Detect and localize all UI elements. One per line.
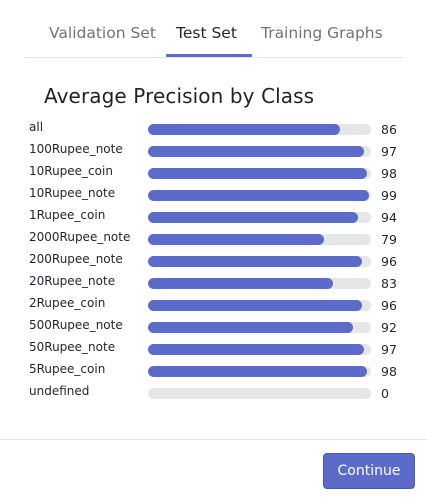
- precision-bar-fill: [148, 234, 325, 245]
- precision-bar-track: [148, 190, 371, 201]
- class-row: 10Rupee_coin 98: [0, 163, 427, 185]
- precision-bar-fill: [148, 322, 354, 333]
- precision-value: 92: [381, 320, 397, 335]
- precision-list: all 86 100Rupee_note 97 10Rupee_coin 98 10Rupe…: [0, 119, 427, 405]
- class-row: 2Rupee_coin 96: [0, 295, 427, 317]
- precision-value: 86: [381, 122, 397, 137]
- precision-bar-track: [148, 124, 371, 135]
- precision-bar-fill: [148, 146, 365, 157]
- precision-value: 99: [381, 188, 397, 203]
- precision-bar-track: [148, 212, 371, 223]
- precision-bar-fill: [148, 212, 358, 223]
- precision-bar-fill: [148, 124, 340, 135]
- class-label: 100Rupee_note: [29, 142, 123, 156]
- class-label: 200Rupee_note: [29, 252, 123, 266]
- precision-value: 96: [381, 254, 397, 269]
- precision-value: 98: [381, 364, 397, 379]
- precision-bar-track: [148, 256, 371, 267]
- class-label: undefined: [29, 384, 90, 398]
- precision-bar-track: [148, 168, 371, 179]
- class-row: 50Rupee_note 97: [0, 339, 427, 361]
- precision-bar-track: [148, 366, 371, 377]
- tab-training-graphs[interactable]: Training Graphs: [261, 22, 383, 44]
- tab-bar: Validation Set Test Set Training Graphs: [0, 0, 427, 58]
- precision-bar-fill: [148, 256, 363, 267]
- tabs-divider: [24, 57, 403, 58]
- class-label: all: [29, 120, 44, 134]
- precision-value: 83: [381, 276, 397, 291]
- class-label: 10Rupee_note: [29, 186, 116, 200]
- continue-button[interactable]: Continue: [323, 453, 415, 489]
- precision-bar-track: [148, 300, 371, 311]
- precision-value: 97: [381, 342, 397, 357]
- class-row: 5Rupee_coin 98: [0, 361, 427, 383]
- class-row: 20Rupee_note 83: [0, 273, 427, 295]
- precision-bar-fill: [148, 300, 363, 311]
- precision-value: 79: [381, 232, 397, 247]
- precision-bar-fill: [148, 344, 365, 355]
- precision-bar-fill: [148, 190, 369, 201]
- precision-bar-track: [148, 278, 371, 289]
- precision-bar-fill: [148, 278, 334, 289]
- precision-value: 0: [381, 386, 389, 401]
- precision-bar-track: [148, 388, 371, 399]
- precision-bar-fill: [148, 168, 367, 179]
- class-label: 50Rupee_note: [29, 340, 116, 354]
- class-row: all 86: [0, 119, 427, 141]
- class-row: 10Rupee_note 99: [0, 185, 427, 207]
- precision-bar-track: [148, 322, 371, 333]
- class-row: 200Rupee_note 96: [0, 251, 427, 273]
- class-row: undefined 0: [0, 383, 427, 405]
- precision-value: 97: [381, 144, 397, 159]
- class-label: 1Rupee_coin: [29, 208, 106, 222]
- precision-value: 96: [381, 298, 397, 313]
- precision-bar-fill: [148, 366, 367, 377]
- page-title: Average Precision by Class: [44, 84, 315, 108]
- precision-value: 98: [381, 166, 397, 181]
- tab-validation-set[interactable]: Validation Set: [49, 22, 156, 44]
- class-row: 100Rupee_note 97: [0, 141, 427, 163]
- precision-bar-track: [148, 344, 371, 355]
- class-row: 1Rupee_coin 94: [0, 207, 427, 229]
- class-row: 500Rupee_note 92: [0, 317, 427, 339]
- class-row: 2000Rupee_note 79: [0, 229, 427, 251]
- precision-bar-track: [148, 146, 371, 157]
- results-dialog: Validation Set Test Set Training Graphs …: [0, 0, 427, 500]
- class-label: 10Rupee_coin: [29, 164, 113, 178]
- footer-divider: [0, 439, 427, 440]
- precision-value: 94: [381, 210, 397, 225]
- precision-bar-track: [148, 234, 371, 245]
- class-label: 5Rupee_coin: [29, 362, 106, 376]
- class-label: 2000Rupee_note: [29, 230, 131, 244]
- tab-test-set[interactable]: Test Set: [176, 22, 237, 44]
- class-label: 500Rupee_note: [29, 318, 123, 332]
- class-label: 2Rupee_coin: [29, 296, 106, 310]
- class-label: 20Rupee_note: [29, 274, 116, 288]
